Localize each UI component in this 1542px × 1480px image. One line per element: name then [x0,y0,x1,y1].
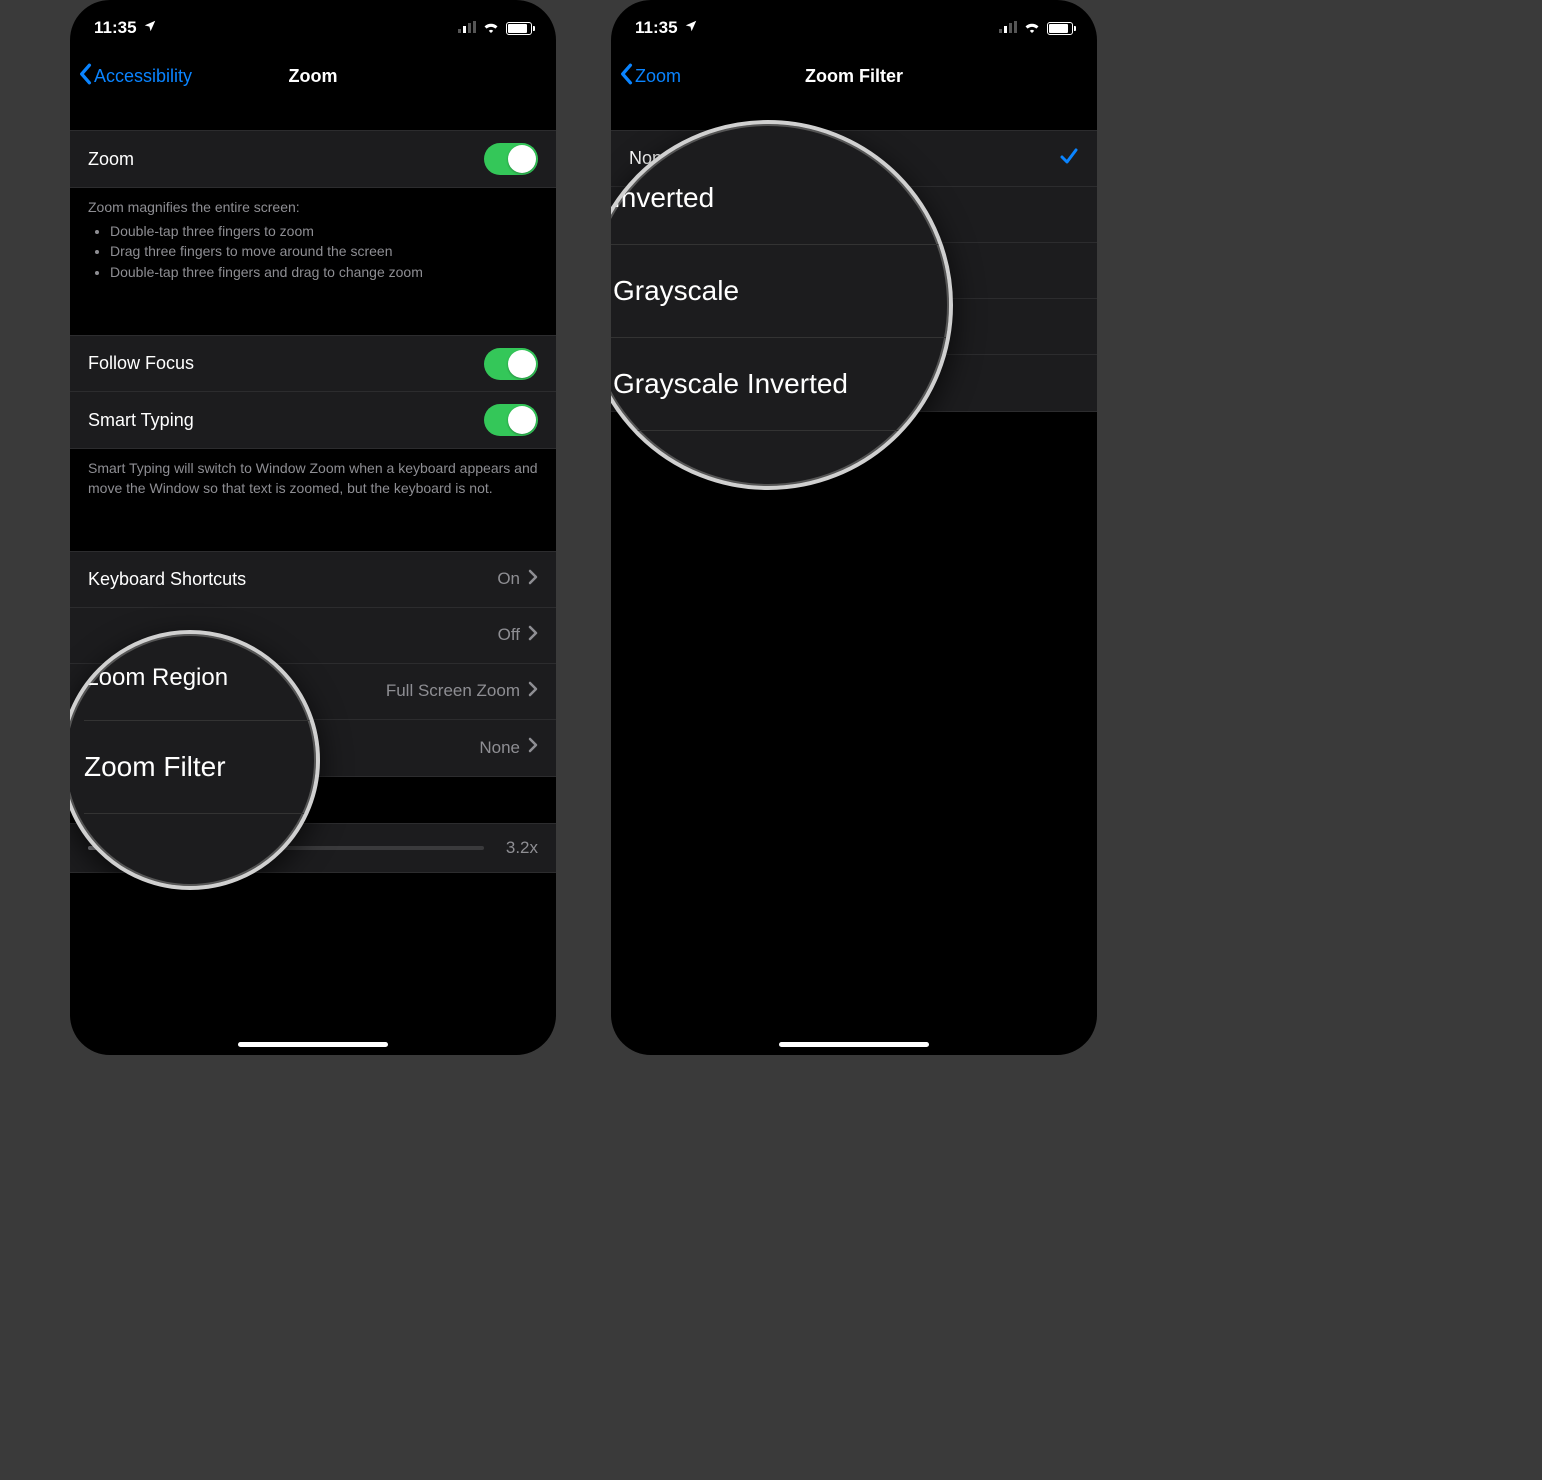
checkmark-icon [1059,147,1079,170]
mag-grayscale: Grayscale [611,245,949,338]
zoom-toggle-label: Zoom [88,149,134,170]
zoom-filter-value: None [479,738,520,758]
zoom-help-bullet: Drag three fingers to move around the sc… [110,242,538,262]
smart-typing-help: Smart Typing will switch to Window Zoom … [70,449,556,516]
location-icon [684,18,698,38]
zoom-help-bullet: Double-tap three fingers and drag to cha… [110,263,538,283]
zoom-controller-value: Off [498,625,520,645]
keyboard-shortcuts-label: Keyboard Shortcuts [88,569,246,590]
status-time: 11:35 [635,18,678,38]
zoom-help-text: Zoom magnifies the entire screen: Double… [70,188,556,301]
location-icon [143,18,157,38]
follow-focus-toggle[interactable] [484,348,538,380]
follow-focus-row[interactable]: Follow Focus [70,336,556,392]
wifi-icon [482,18,500,38]
keyboard-shortcuts-row[interactable]: Keyboard Shortcuts On [70,552,556,608]
back-label: Zoom [635,66,681,87]
mag-grayscale-inverted: Grayscale Inverted [611,338,949,431]
chevron-right-icon [528,681,538,702]
battery-icon [1047,22,1073,35]
wifi-icon [1023,18,1041,38]
page-title: Zoom [289,66,338,87]
magnifier-callout-left: Zoom Region Zoom Filter [70,630,320,890]
zoom-toggle-row[interactable]: Zoom [70,131,556,187]
follow-focus-label: Follow Focus [88,353,194,374]
status-time: 11:35 [94,18,137,38]
back-label: Accessibility [94,66,192,87]
smart-typing-label: Smart Typing [88,410,194,431]
mag-zoom-filter: Zoom Filter [84,721,316,814]
back-button[interactable]: Zoom [619,63,681,90]
back-button[interactable]: Accessibility [78,63,192,90]
zoom-help-title: Zoom magnifies the entire screen: [88,198,538,218]
home-indicator[interactable] [238,1042,388,1047]
nav-bar: Zoom Zoom Filter [611,50,1097,102]
chevron-left-icon [78,63,92,90]
page-title: Zoom Filter [805,66,903,87]
zoom-toggle[interactable] [484,143,538,175]
mag-zoom-region: Zoom Region [84,658,316,721]
status-bar: 11:35 [70,0,556,50]
cellular-icon [458,18,476,38]
battery-icon [506,22,532,35]
zoom-help-bullet: Double-tap three fingers to zoom [110,222,538,242]
zoom-slider-value: 3.2x [498,838,538,858]
phone-right-zoom-filter: 11:35 Zoom Zoom Filter None [611,0,1097,1055]
phone-left-zoom-settings: 11:35 Accessibility Zoom Zoom [70,0,556,1055]
cellular-icon [999,18,1017,38]
keyboard-shortcuts-value: On [497,569,520,589]
chevron-left-icon [619,63,633,90]
home-indicator[interactable] [779,1042,929,1047]
smart-typing-toggle[interactable] [484,404,538,436]
chevron-right-icon [528,569,538,590]
chevron-right-icon [528,625,538,646]
focus-group: Follow Focus Smart Typing [70,335,556,449]
zoom-toggle-group: Zoom [70,130,556,188]
zoom-region-value: Full Screen Zoom [386,681,520,701]
chevron-right-icon [528,737,538,758]
status-bar: 11:35 [611,0,1097,50]
smart-typing-row[interactable]: Smart Typing [70,392,556,448]
nav-bar: Accessibility Zoom [70,50,556,102]
